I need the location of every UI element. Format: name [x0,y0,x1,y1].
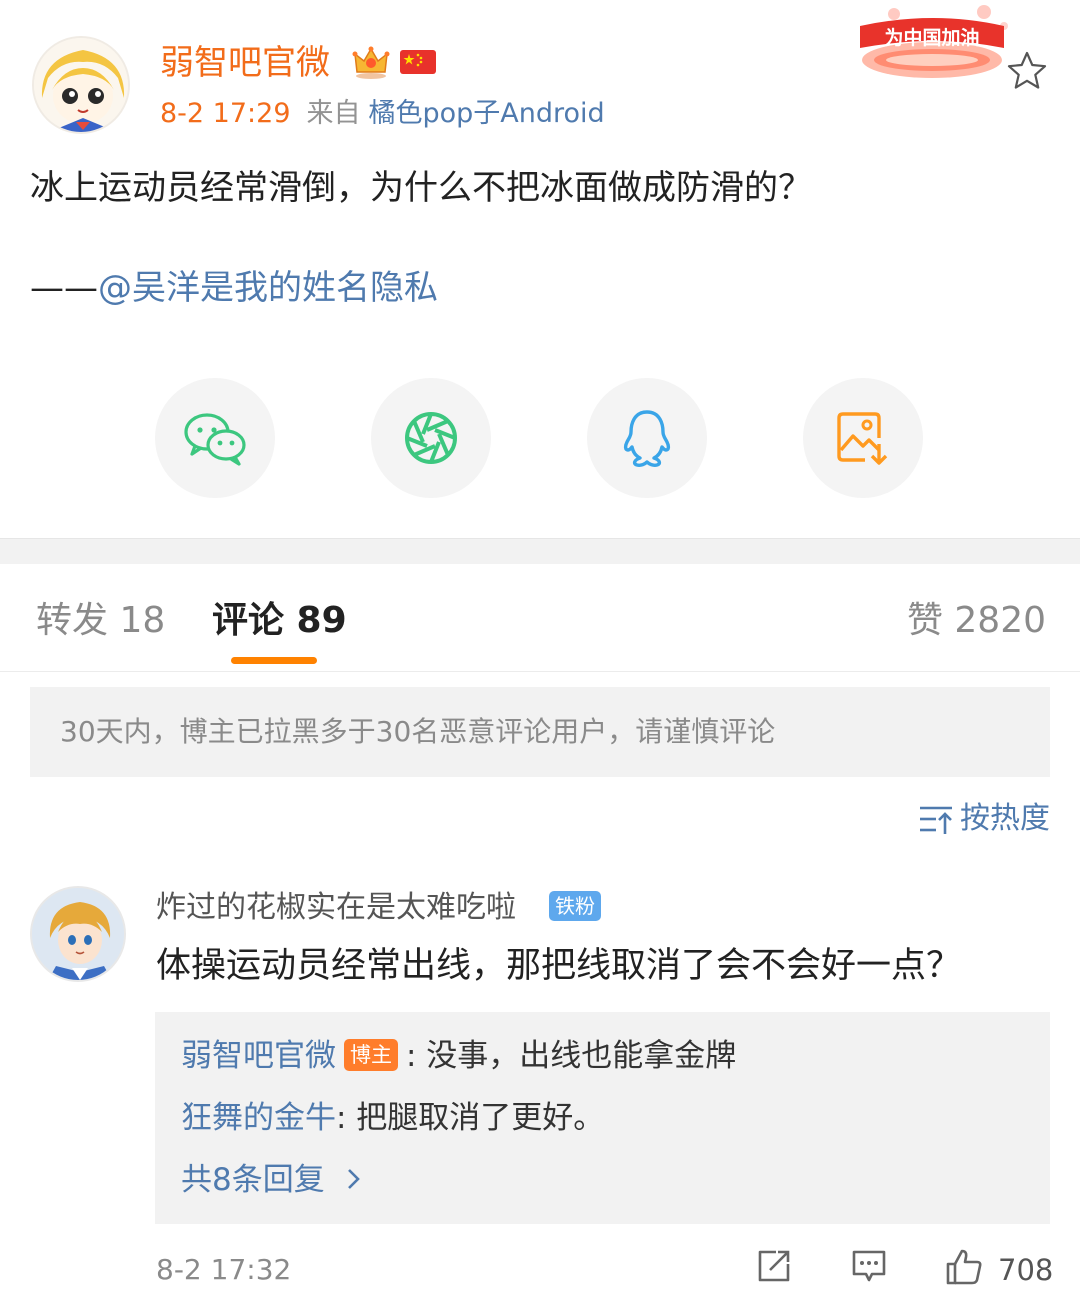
tab-likes[interactable]: 赞 2820 [907,598,1046,644]
reply-item[interactable]: 狂舞的金牛: 把腿取消了更好。 [181,1096,604,1140]
replies-box[interactable]: 弱智吧官微 博主: 没事，出线也能拿金牌 狂舞的金牛: 把腿取消了更好。 共8条回… [155,1012,1050,1224]
post-time: 8-2 17:29 [160,98,291,129]
share-moments-button[interactable] [371,378,491,498]
share-qq-button[interactable] [587,378,707,498]
china-flag-icon [400,50,436,74]
iron-fan-badge: 铁粉 [549,891,601,921]
credit-dash: —— [30,268,98,308]
reply-comment-icon[interactable] [850,1248,888,1284]
active-tab-indicator [231,657,317,664]
tab-repost[interactable]: 转发 18 [36,598,165,644]
crown-icon [352,46,390,79]
author-avatar[interactable] [32,36,130,134]
qq-icon [623,410,671,467]
tab-comments[interactable]: 评论 89 [212,598,347,644]
comment-notice-text: 30天内，博主已拉黑多于30名恶意评论用户，请谨慎评论 [60,715,776,748]
cheer-badge[interactable]: 为中国加油 [854,4,1014,84]
post-credit: ——@吴洋是我的姓名隐私 [30,265,438,311]
save-image-icon [837,412,888,465]
like-thumb-icon[interactable] [944,1248,984,1286]
reply-text: : 没事，出线也能拿金牌 [406,1038,737,1074]
post-text: 冰上运动员经常滑倒，为什么不把冰面做成防滑的？ [30,168,812,208]
cheer-badge-text: 为中国加油 [884,26,979,49]
moments-icon [405,412,457,464]
sort-label: 按热度 [960,801,1050,836]
chevron-right-icon [347,1169,360,1189]
author-name[interactable]: 弱智吧官微 [160,40,330,86]
reply-author[interactable]: 狂舞的金牛 [181,1100,336,1136]
commenter-name[interactable]: 炸过的花椒实在是太难吃啦 [156,886,516,930]
section-divider [0,538,1080,564]
host-badge: 博主 [344,1039,398,1071]
wechat-icon [184,413,246,466]
comment-text: 体操运动员经常出线，那把线取消了会不会好一点？ [156,946,962,986]
save-image-button[interactable] [803,378,923,498]
commenter-avatar[interactable] [30,886,126,982]
share-wechat-button[interactable] [155,378,275,498]
like-count: 708 [998,1253,1054,1287]
share-comment-icon[interactable] [756,1248,792,1284]
post-client-link[interactable]: 橘色pop子Android [369,98,605,129]
reply-text: : 把腿取消了更好。 [336,1100,605,1136]
reply-author[interactable]: 弱智吧官微 [181,1038,336,1074]
comment-time: 8-2 17:32 [156,1253,292,1286]
credit-mention-link[interactable]: @吴洋是我的姓名隐私 [98,268,438,308]
more-replies-link[interactable]: 共8条回复 [181,1158,365,1202]
tabs-divider [0,671,1080,672]
comment-notice: 30天内，博主已拉黑多于30名恶意评论用户，请谨慎评论 [30,687,1050,777]
sort-by-hot-button[interactable]: 按热度 [918,798,1050,840]
post-meta: 8-2 17:29 来自 橘色pop子Android [160,96,605,132]
favorite-star-icon[interactable] [1006,50,1048,90]
sort-icon [920,806,952,834]
more-replies-label: 共8条回复 [181,1162,325,1198]
reply-item[interactable]: 弱智吧官微 博主: 没事，出线也能拿金牌 [181,1034,736,1078]
post-from-label: 来自 [306,98,361,129]
